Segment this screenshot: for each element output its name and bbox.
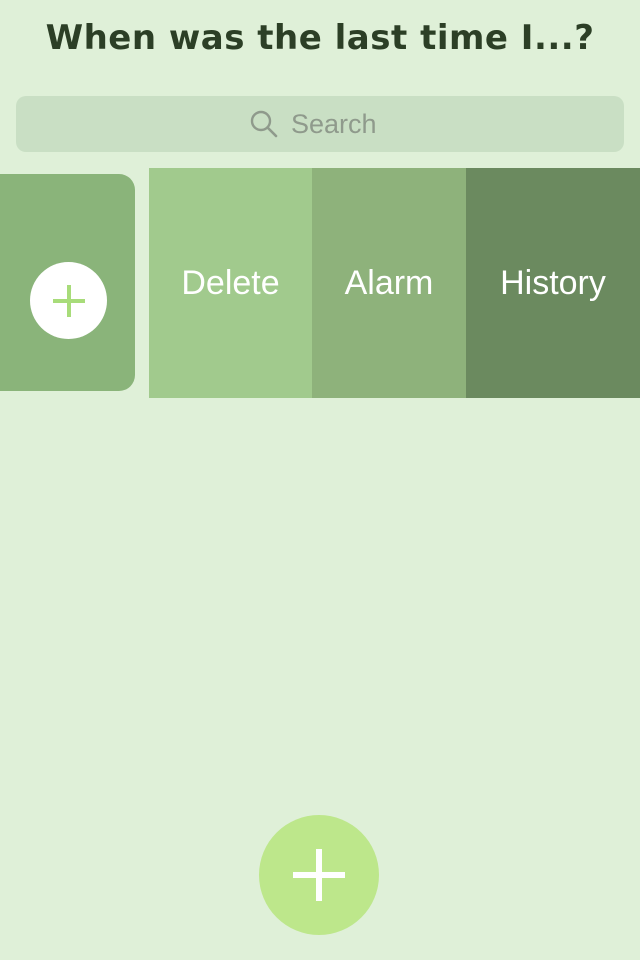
plus-icon [293,849,345,901]
add-item-button[interactable] [259,815,379,935]
history-button-label: History [500,263,606,302]
history-button[interactable]: History [466,168,640,398]
item-add-button[interactable] [30,262,107,339]
search-bar[interactable] [16,96,624,152]
search-icon [250,110,278,138]
search-input[interactable] [291,108,391,140]
delete-button[interactable]: Delete [149,168,312,398]
alarm-button-label: Alarm [344,263,434,302]
list-item[interactable]: Delete Alarm History [0,168,640,398]
alarm-button[interactable]: Alarm [312,168,466,398]
page-title: When was the last time I...? [45,18,595,58]
plus-icon [52,284,85,317]
item-card[interactable] [0,174,135,391]
delete-button-label: Delete [181,263,280,302]
